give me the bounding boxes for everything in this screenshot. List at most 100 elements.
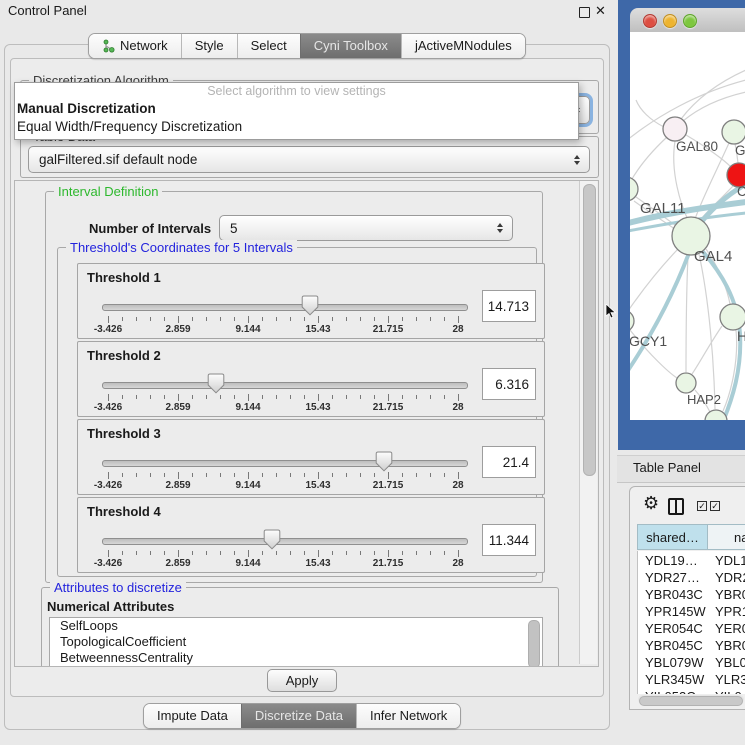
slider-thumb[interactable] — [375, 451, 393, 475]
tick-mark — [374, 551, 375, 555]
checkbox-icon[interactable]: ✓ — [697, 501, 707, 511]
threshold-1-value-field[interactable]: 14.713 — [482, 290, 536, 322]
cell-name[interactable]: YLR3 — [715, 671, 745, 688]
tab-infer-network[interactable]: Infer Network — [356, 704, 460, 728]
threshold-4-value-field[interactable]: 11.344 — [482, 524, 536, 556]
tick-mark — [136, 317, 137, 321]
tab-network[interactable]: Network — [89, 34, 181, 58]
cell-name[interactable]: YBR0 — [715, 637, 745, 654]
tab-label: jActiveMNodules — [415, 34, 512, 58]
cell-name[interactable]: YBL0 — [715, 654, 745, 671]
tick-mark — [150, 551, 151, 555]
threshold-4-slider[interactable]: -3.4262.8599.14415.4321.71528 — [78, 524, 478, 570]
minimize-traffic-light-icon[interactable] — [663, 14, 677, 28]
network-node-ga[interactable] — [722, 120, 745, 144]
column-header-name[interactable]: na — [707, 524, 745, 550]
threshold-2-slider[interactable]: -3.4262.8599.14415.4321.71528 — [78, 368, 478, 414]
slider-track[interactable] — [102, 538, 468, 545]
network-node-unlabeled[interactable] — [705, 410, 727, 420]
attribute-item-topologicalcoefficient[interactable]: TopologicalCoefficient — [50, 634, 542, 650]
attribute-item-selfloops[interactable]: SelfLoops — [50, 618, 542, 634]
column-split-icon[interactable] — [668, 498, 684, 515]
tick-label: 2.859 — [143, 324, 213, 335]
table-row[interactable]: YBL079W YBL0 — [638, 654, 745, 671]
tab-impute-data[interactable]: Impute Data — [144, 704, 241, 728]
tick-mark — [276, 473, 277, 477]
threshold-2-value-field[interactable]: 6.316 — [482, 368, 536, 400]
table-row[interactable]: YIL052C YIL0 — [638, 688, 745, 694]
network-node-gcy1[interactable] — [630, 310, 634, 332]
close-icon[interactable]: ✕ — [595, 3, 606, 19]
tick-mark — [220, 473, 221, 477]
tab-style[interactable]: Style — [181, 34, 237, 58]
tab-discretize-data[interactable]: Discretize Data — [241, 704, 356, 728]
tick-mark — [318, 394, 319, 401]
numerical-attributes-list[interactable]: SelfLoopsTopologicalCoefficientBetweenne… — [49, 617, 543, 667]
popup-option-manual-discretization[interactable]: Manual Discretization — [15, 100, 578, 118]
column-header-shared-name[interactable]: shared… — [637, 524, 708, 550]
table-row[interactable]: YBR043C YBR0 — [638, 586, 745, 603]
tick-label: 28 — [423, 324, 493, 335]
slider-track[interactable] — [102, 460, 468, 467]
cell-name[interactable]: YDR2 — [715, 569, 745, 586]
slider-thumb[interactable] — [301, 295, 319, 319]
close-traffic-light-icon[interactable] — [643, 14, 657, 28]
cell-shared-name[interactable]: YBR043C — [645, 586, 703, 603]
network-graph[interactable]: GAL80GACGAL11GAL4GCY1HHAP2 — [630, 32, 745, 420]
scrollbar-thumb[interactable] — [583, 184, 596, 476]
checkbox-icon[interactable]: ✓ — [710, 501, 720, 511]
tick-mark — [234, 395, 235, 399]
tick-label: -3.426 — [73, 324, 143, 335]
table-row[interactable]: YDL19… YDL1 — [638, 552, 745, 569]
table-row[interactable]: YDR27… YDR2 — [638, 569, 745, 586]
table-row[interactable]: YLR345W YLR3 — [638, 671, 745, 688]
threshold-3-value-field[interactable]: 21.4 — [482, 446, 536, 478]
cell-shared-name[interactable]: YBR045C — [645, 637, 703, 654]
network-node-gal80[interactable] — [663, 117, 687, 141]
slider-track[interactable] — [102, 382, 468, 389]
float-window-icon[interactable] — [579, 7, 590, 18]
table-row[interactable]: YPR145W YPR1 — [638, 603, 745, 620]
cell-name[interactable]: YBR0 — [715, 586, 745, 603]
main-scrollbar[interactable] — [579, 181, 597, 664]
control-panel-titlebar — [0, 0, 617, 22]
network-node-hap2[interactable] — [676, 373, 696, 393]
cell-shared-name[interactable]: YDL19… — [645, 552, 698, 569]
slider-track[interactable] — [102, 304, 468, 311]
cell-shared-name[interactable]: YDR27… — [645, 569, 700, 586]
cell-name[interactable]: YIL0 — [715, 688, 742, 694]
num-intervals-spinner[interactable]: 5 — [219, 215, 513, 241]
tick-mark — [290, 551, 291, 555]
threshold-3-slider[interactable]: -3.4262.8599.14415.4321.71528 — [78, 446, 478, 492]
cell-shared-name[interactable]: YBL079W — [645, 654, 704, 671]
cell-shared-name[interactable]: YLR345W — [645, 671, 704, 688]
slider-thumb[interactable] — [207, 373, 225, 397]
zoom-traffic-light-icon[interactable] — [683, 14, 697, 28]
popup-option-equal-width-frequency[interactable]: Equal Width/Frequency Discretization — [15, 118, 578, 136]
scrollbar-thumb[interactable] — [639, 696, 743, 706]
tab-cyni-toolbox[interactable]: Cyni Toolbox — [300, 34, 401, 58]
table-row[interactable]: YER054C YER0 — [638, 620, 745, 637]
tick-mark — [346, 473, 347, 477]
threshold-1-slider[interactable]: -3.4262.8599.14415.4321.71528 — [78, 290, 478, 336]
gear-icon[interactable]: ⚙ — [643, 494, 659, 512]
cell-name[interactable]: YER0 — [715, 620, 745, 637]
slider-thumb[interactable] — [263, 529, 281, 553]
apply-button[interactable]: Apply — [267, 669, 337, 692]
cell-shared-name[interactable]: YER054C — [645, 620, 703, 637]
tab-select[interactable]: Select — [237, 34, 300, 58]
tick-label: 9.144 — [213, 558, 283, 569]
cell-shared-name[interactable]: YIL052C — [645, 688, 696, 694]
cell-name[interactable]: YDL1 — [715, 552, 745, 569]
attribute-item-betweennesscentrality[interactable]: BetweennessCentrality — [50, 650, 542, 666]
cell-shared-name[interactable]: YPR145W — [645, 603, 706, 620]
table-hscrollbar[interactable] — [638, 695, 744, 704]
list-scrollbar[interactable] — [528, 620, 540, 667]
cell-name[interactable]: YPR1 — [715, 603, 745, 620]
tick-mark — [164, 317, 165, 321]
table-data-combo[interactable]: galFiltered.sif default node — [28, 146, 590, 173]
tab-jactivemnodules[interactable]: jActiveMNodules — [401, 34, 525, 58]
table-row[interactable]: YBR045C YBR0 — [638, 637, 745, 654]
network-node-h[interactable] — [720, 304, 745, 330]
network-window-titlebar[interactable] — [630, 8, 745, 33]
